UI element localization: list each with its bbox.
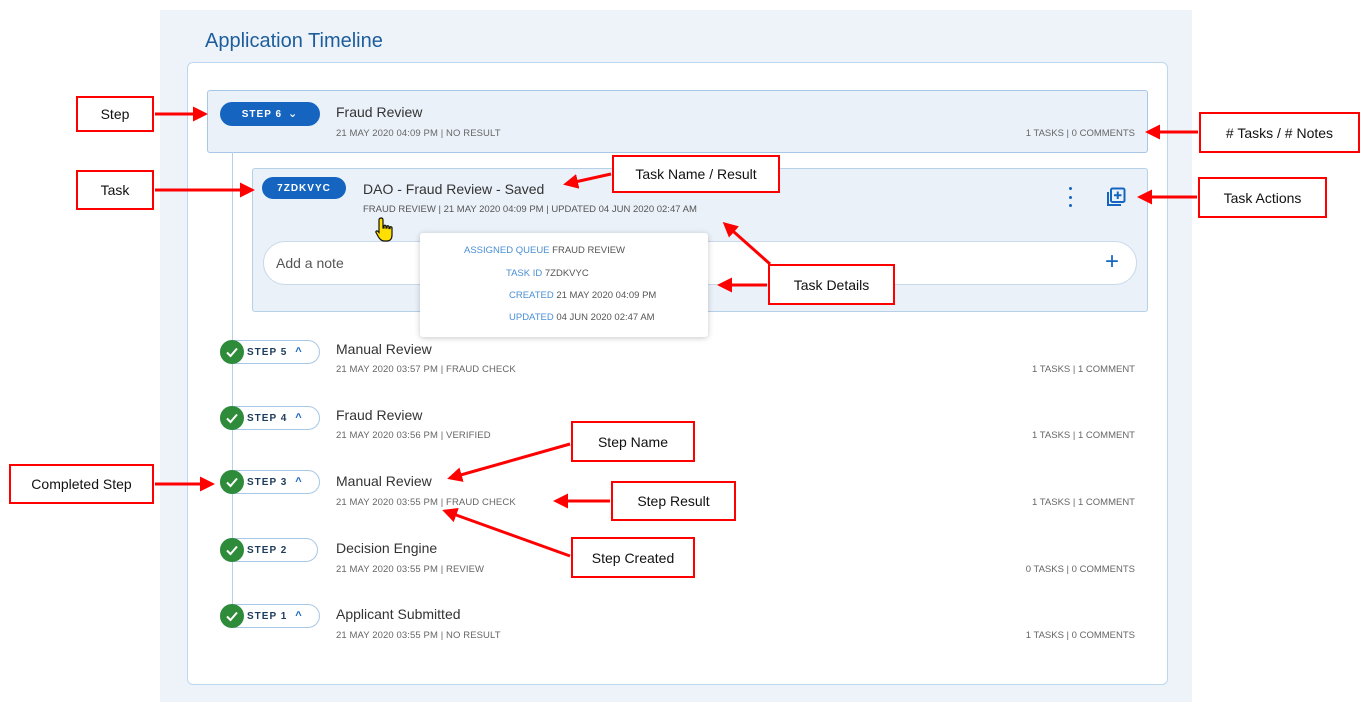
hand-pointer-icon [375, 217, 393, 242]
step-2-meta: 21 MAY 2020 03:55 PM | REVIEW [336, 564, 485, 575]
task-meta[interactable]: FRAUD REVIEW | 21 MAY 2020 04:09 PM | UP… [363, 204, 697, 215]
step-1-meta: 21 MAY 2020 03:55 PM | NO RESULT [336, 630, 501, 641]
task-badge-label: 7ZDKVYC [277, 182, 331, 194]
current-step-header[interactable] [207, 90, 1148, 153]
step-4-counts: 1 TASKS | 1 COMMENT [1032, 430, 1135, 441]
step-6-badge-label: STEP 6 [241, 108, 283, 120]
step-6-meta: 21 MAY 2020 04:09 PM | NO RESULT [336, 128, 501, 139]
more-vert-icon[interactable] [1064, 187, 1076, 207]
callout-completed-step: Completed Step [9, 464, 154, 504]
step-3-counts: 1 TASKS | 1 COMMENT [1032, 497, 1135, 508]
callout-step-created: Step Created [571, 537, 695, 578]
step-1-name: Applicant Submitted [336, 606, 461, 622]
step-6-counts: 1 TASKS | 0 COMMENTS [1025, 128, 1135, 139]
panel-title: Application Timeline [205, 30, 383, 52]
chevron-up-icon: ^ [295, 609, 303, 622]
callout-task-actions: Task Actions [1198, 177, 1327, 218]
callout-task: Task [76, 170, 154, 210]
step-4-name: Fraud Review [336, 407, 423, 423]
step-4-meta: 21 MAY 2020 03:56 PM | VERIFIED [336, 430, 491, 441]
chevron-down-icon: ⌄ [288, 107, 299, 120]
check-icon [220, 470, 244, 494]
step-5-counts: 1 TASKS | 1 COMMENT [1032, 364, 1135, 375]
step-2-badge-label: STEP 2 [247, 544, 288, 556]
tooltip-row-queue: ASSIGNED QUEUE FRAUD REVIEW [464, 245, 626, 256]
step-1-counts: 1 TASKS | 0 COMMENTS [1025, 630, 1135, 641]
step-3-meta: 21 MAY 2020 03:55 PM | FRAUD CHECK [336, 497, 516, 508]
chevron-up-icon: ^ [295, 345, 303, 358]
step-3-name: Manual Review [336, 473, 432, 489]
chevron-up-icon: ^ [295, 475, 303, 488]
check-icon [220, 538, 244, 562]
step-3-badge-label: STEP 3 [247, 476, 288, 488]
step-5-meta: 21 MAY 2020 03:57 PM | FRAUD CHECK [336, 364, 516, 375]
tooltip-row-created: CREATED 21 MAY 2020 04:09 PM [509, 290, 657, 301]
step-2-name: Decision Engine [336, 540, 438, 556]
tooltip-row-task-id: TASK ID 7ZDKVYC [506, 268, 589, 279]
tooltip-row-updated: UPDATED 04 JUN 2020 02:47 AM [509, 312, 655, 323]
check-icon [220, 340, 244, 364]
task-details-tooltip: ASSIGNED QUEUE FRAUD REVIEW TASK ID 7ZDK… [420, 233, 708, 337]
check-icon [220, 406, 244, 430]
task-name: DAO - Fraud Review - Saved [363, 181, 545, 197]
add-box-icon[interactable] [1106, 187, 1126, 207]
step-5-name: Manual Review [336, 341, 432, 357]
callout-step-name: Step Name [571, 421, 695, 462]
step-1-badge-label: STEP 1 [247, 610, 288, 622]
step-5-badge-label: STEP 5 [247, 346, 288, 358]
task-badge[interactable]: 7ZDKVYC [262, 177, 346, 199]
callout-task-name-result: Task Name / Result [612, 155, 780, 193]
chevron-up-icon: ^ [295, 411, 303, 424]
callout-step: Step [76, 96, 154, 132]
step-4-badge-label: STEP 4 [247, 412, 288, 424]
check-icon [220, 604, 244, 628]
callout-step-result: Step Result [611, 481, 736, 521]
callout-tasks-notes: # Tasks / # Notes [1199, 112, 1360, 153]
callout-task-details: Task Details [768, 264, 895, 305]
step-6-name: Fraud Review [336, 104, 423, 120]
step-2-counts: 0 TASKS | 0 COMMENTS [1025, 564, 1135, 575]
plus-icon[interactable]: + [1100, 250, 1124, 275]
step-6-badge[interactable]: STEP 6 ⌄ [220, 102, 320, 126]
